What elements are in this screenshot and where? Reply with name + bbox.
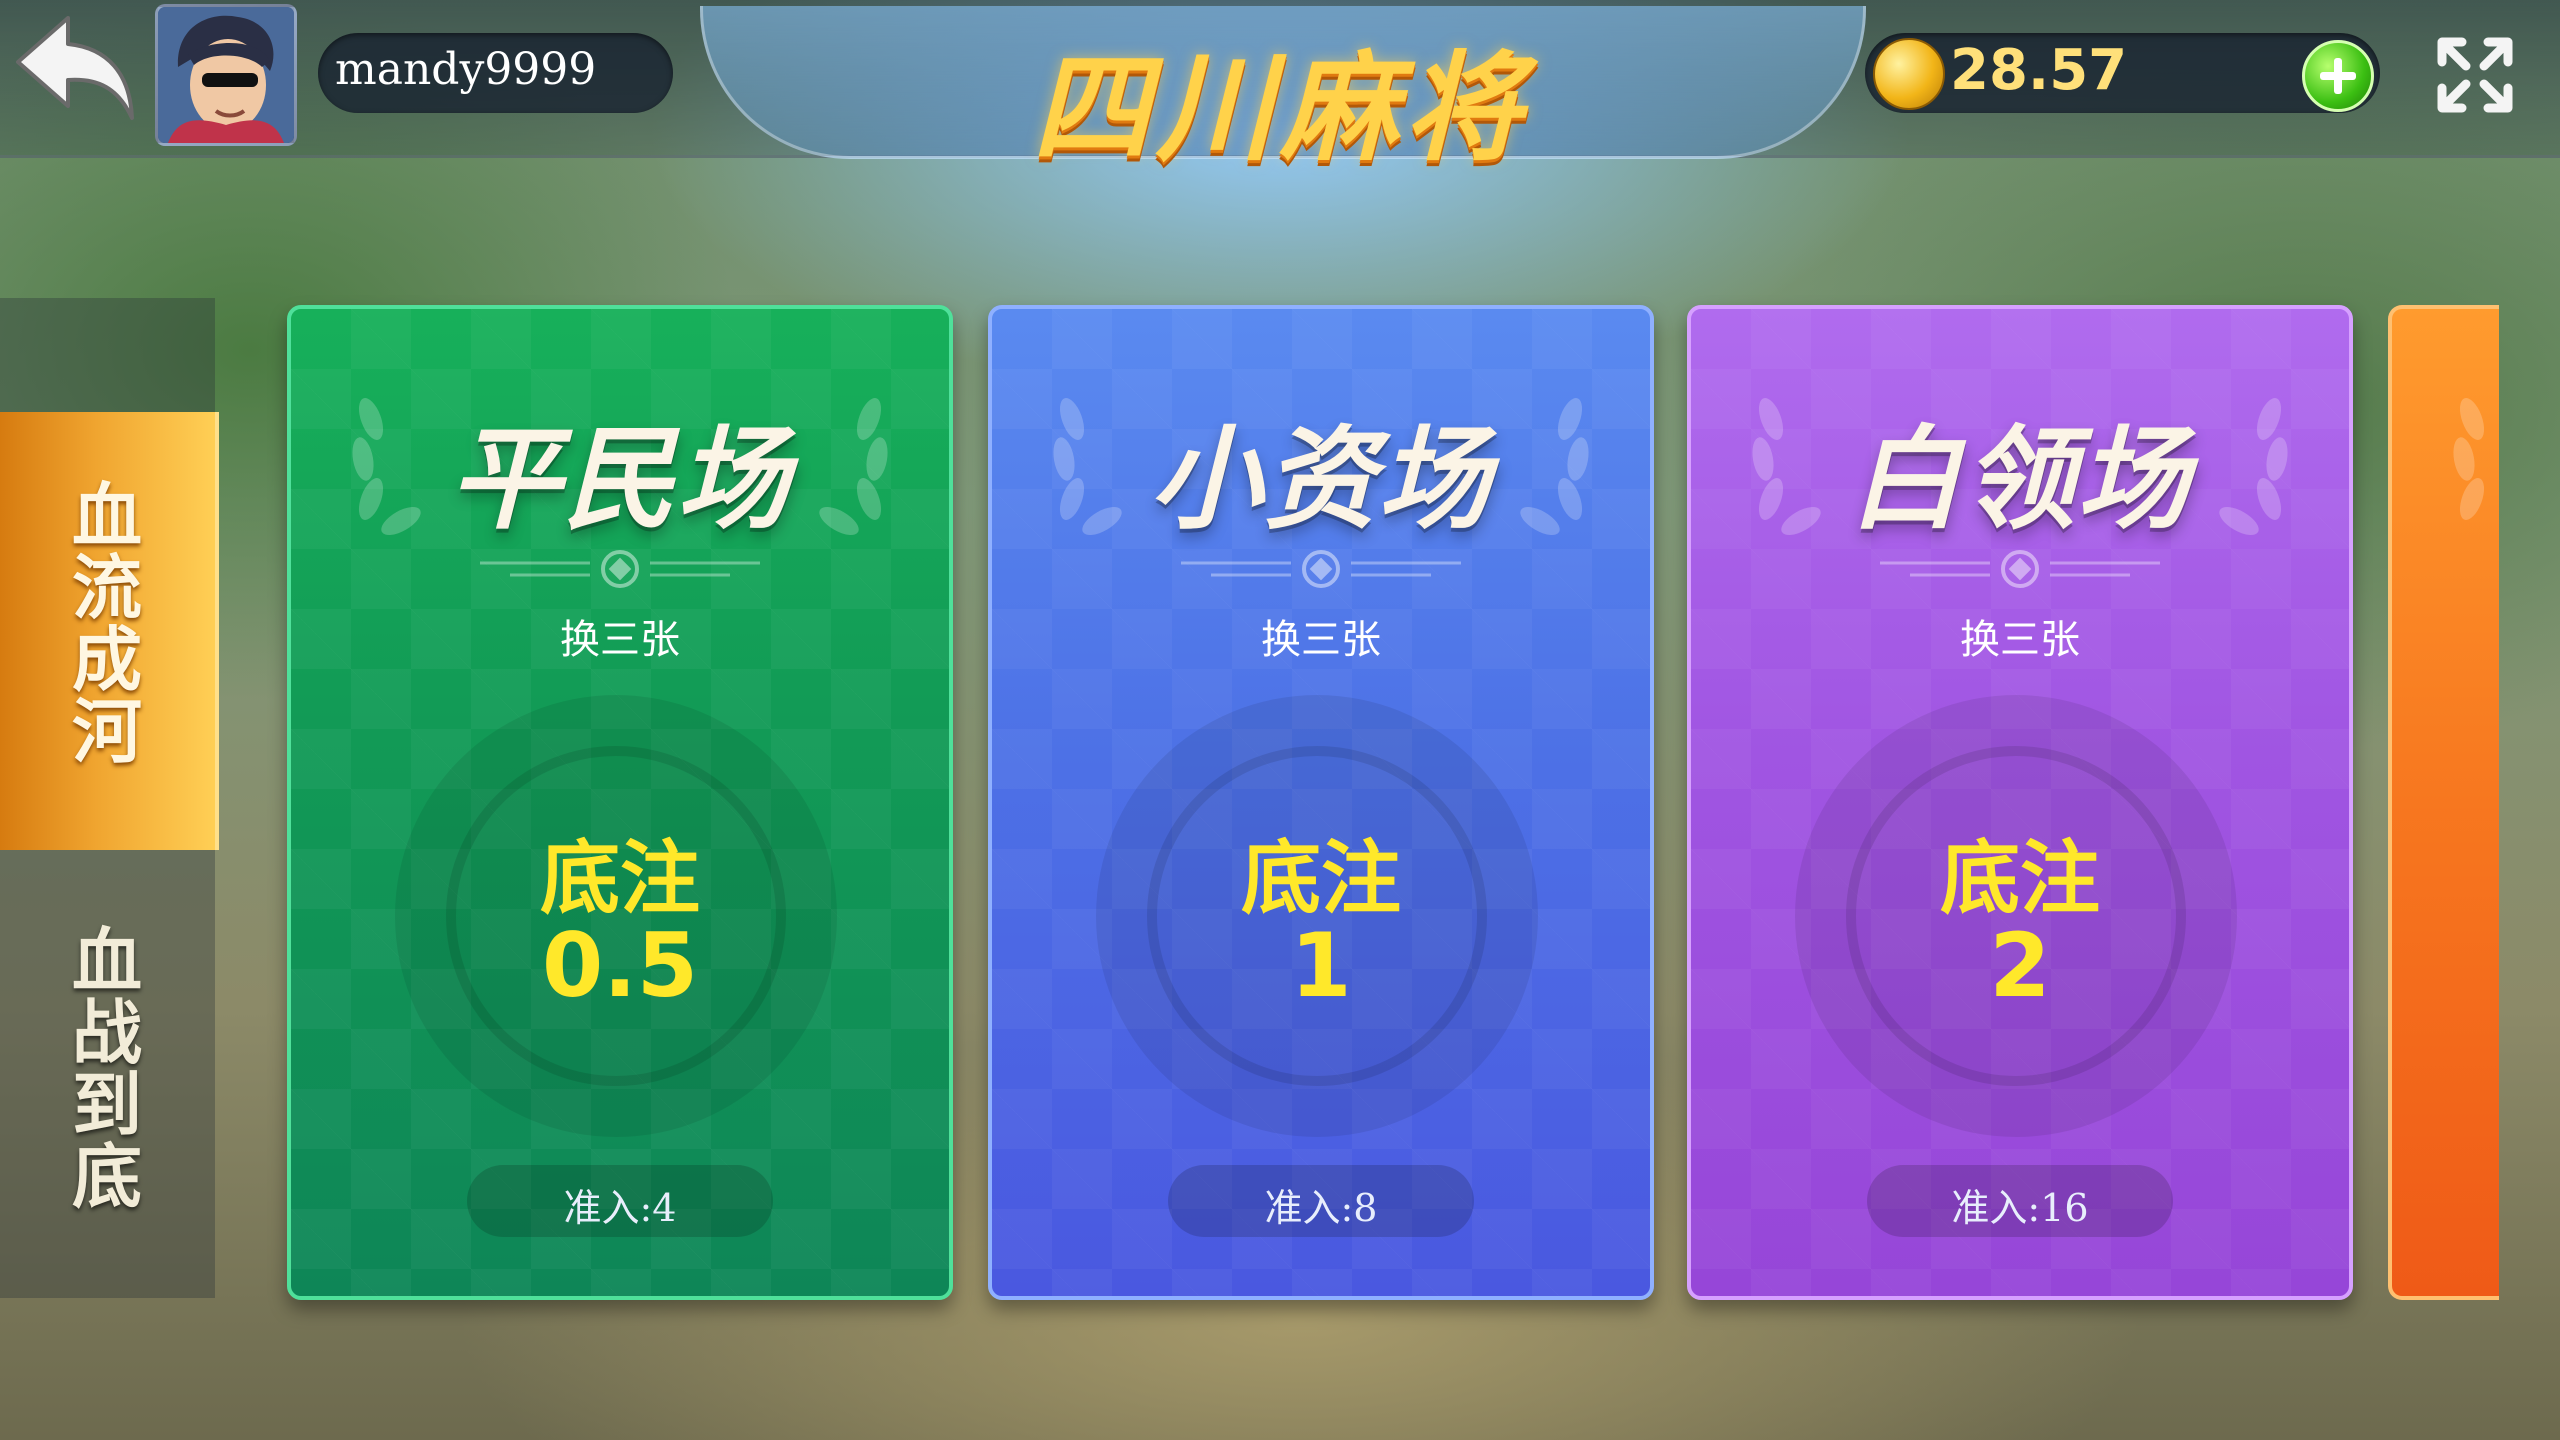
back-arrow-icon xyxy=(16,16,134,120)
room-title: 白领场 xyxy=(1849,415,2191,545)
bet-value: 0.5 xyxy=(542,914,698,1017)
room-card-pingmin[interactable]: 平民场 换三张 底注 0.5 准入:4 xyxy=(287,305,953,1300)
coin-balance: 28.57 xyxy=(1950,38,2128,103)
laurel-left-icon xyxy=(2453,398,2485,520)
room-title: 平民场 xyxy=(449,415,791,545)
add-coins-button[interactable] xyxy=(2302,40,2374,112)
fullscreen-icon xyxy=(2437,37,2513,113)
entry-requirement: 准入:8 xyxy=(1264,1186,1378,1230)
bet-value: 2 xyxy=(1989,914,2051,1017)
room-mode: 换三张 xyxy=(1261,617,1381,663)
room-card-xiaozi[interactable]: 小资场 换三张 底注 1 准入:8 xyxy=(988,305,1654,1300)
coin-icon xyxy=(1873,38,1945,110)
room-mode: 换三张 xyxy=(560,617,680,663)
fullscreen-button[interactable] xyxy=(2400,0,2550,150)
avatar[interactable] xyxy=(155,4,297,146)
avatar-portrait-icon xyxy=(158,7,294,143)
room-title: 小资场 xyxy=(1150,415,1492,545)
username: mandy9999 xyxy=(335,44,597,95)
entry-requirement: 准入:16 xyxy=(1951,1186,2089,1230)
room-card-bailing[interactable]: 白领场 换三张 底注 2 准入:16 xyxy=(1687,305,2353,1300)
divider-ornament-icon xyxy=(1181,550,1461,588)
page-title: 四川麻将 xyxy=(1031,39,1528,177)
divider-ornament-icon xyxy=(1880,550,2160,588)
divider-ornament-icon xyxy=(480,550,760,588)
room-mode: 换三张 xyxy=(1960,617,2080,663)
bet-label: 底注 xyxy=(540,832,700,925)
bet-label: 底注 xyxy=(1940,832,2100,925)
tab-xueliuchenghe-label: 血流成河 xyxy=(72,475,142,773)
entry-requirement: 准入:4 xyxy=(563,1186,677,1230)
room-card-next-partial[interactable] xyxy=(2388,305,2499,1300)
bet-value: 1 xyxy=(1290,914,1352,1017)
bet-label: 底注 xyxy=(1241,832,1401,925)
tab-xuezhandaodi-label: 血战到底 xyxy=(72,920,142,1218)
back-button[interactable] xyxy=(10,10,140,125)
